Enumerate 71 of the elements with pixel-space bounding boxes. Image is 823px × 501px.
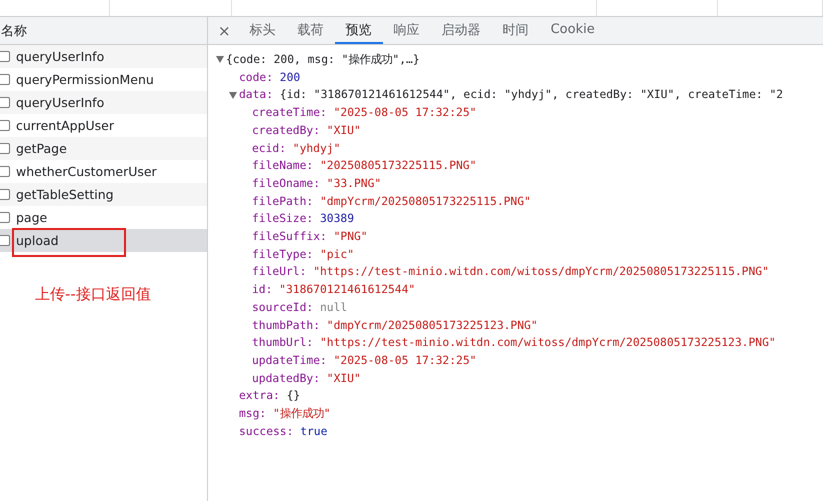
object-summary: {code: 200, msg: "操作成功",…} (226, 52, 420, 68)
property-key: success: (239, 422, 294, 440)
tab[interactable]: Cookie (540, 17, 606, 44)
checkbox[interactable] (0, 235, 10, 246)
property-value: "https://test-minio.witdn.com/witoss/dmpYcrm/20250805173225123.PNG" (320, 335, 776, 352)
checkbox[interactable] (0, 51, 10, 62)
property-value: "yhdyj" (292, 140, 340, 157)
request-name[interactable]: currentAppUser (16, 118, 114, 133)
property-value: "操作成功" (272, 406, 331, 422)
tab[interactable]: 时间 (492, 17, 540, 44)
property-key: fileUrl: (252, 263, 306, 282)
property-key: thumbPath: (252, 316, 320, 334)
property-key: updatedBy: (252, 370, 320, 388)
property-key: data: (239, 86, 274, 104)
property-key: ecid: (252, 140, 286, 158)
property-key: thumbUrl: (252, 334, 314, 352)
close-button[interactable]: × (216, 17, 239, 44)
property-key: extra: (239, 387, 280, 406)
property-value: 200 (280, 70, 300, 86)
property-key: code: (239, 68, 274, 86)
tab[interactable]: 标头 (238, 17, 287, 44)
property-value: "PNG" (334, 229, 368, 246)
expanded-triangle-icon[interactable] (229, 92, 237, 99)
checkbox[interactable] (0, 120, 10, 131)
property-key: fileSize: (252, 210, 314, 228)
property-key: fileSuffix: (252, 228, 327, 246)
annotation-label: 上传--接口返回值 (35, 285, 152, 304)
property-value: 30389 (320, 211, 354, 228)
property-value: "pic" (320, 246, 354, 263)
tab[interactable]: 预览 (334, 17, 383, 44)
request-name[interactable]: getPage (16, 141, 67, 156)
property-key: createdBy: (252, 122, 320, 140)
request-name[interactable]: page (16, 210, 48, 225)
property-value: "XIU" (326, 122, 361, 139)
object-summary: {id: "318670121461612544", ecid: "yhdyj", createdBy: "XIU", createTime: "2 (280, 87, 784, 104)
property-value: "dmpYcrm/20250805173225123.PNG" (326, 318, 538, 334)
checkbox[interactable] (0, 97, 10, 108)
property-key: fileOname: (252, 174, 320, 193)
property-value: "2025-08-05 17:32:25" (334, 105, 476, 122)
property-value: "XIU" (326, 370, 361, 387)
property-key: filePath: (252, 192, 314, 210)
tab[interactable]: 载荷 (286, 17, 335, 44)
tab[interactable]: 响应 (382, 17, 431, 44)
request-row-highlight[interactable]: upload (0, 229, 207, 252)
property-key: msg: (239, 405, 266, 423)
tab[interactable]: 启动器 (430, 17, 492, 44)
checkbox[interactable] (0, 166, 10, 177)
property-key: sourceId: (252, 298, 314, 317)
column-header[interactable]: 名称 (1, 22, 27, 40)
property-value: "20250805173225115.PNG" (320, 158, 476, 174)
property-value: true (300, 424, 328, 440)
property-value: "33.PNG" (326, 176, 382, 192)
checkbox[interactable] (0, 74, 10, 85)
property-key: createTime: (252, 104, 327, 122)
property-value: {} (286, 388, 300, 404)
property-value: "318670121461612544" (279, 282, 416, 298)
property-value: "2025-08-05 17:32:25" (334, 352, 476, 369)
checkbox[interactable] (0, 189, 10, 200)
checkbox[interactable] (0, 212, 10, 223)
property-key: id: (252, 281, 272, 299)
expanded-triangle-icon[interactable] (216, 56, 224, 64)
checkbox[interactable] (0, 143, 10, 154)
request-name[interactable]: upload (16, 233, 59, 248)
property-key: fileName: (252, 157, 314, 175)
property-value: null (320, 300, 348, 316)
property-value: "dmpYcrm/20250805173225115.PNG" (320, 194, 531, 210)
request-name[interactable]: queryPermissionMenu (16, 72, 154, 87)
property-key: fileType: (252, 246, 314, 264)
property-value: "https://test-minio.witdn.com/witoss/dmpYcrm/20250805173225115.PNG" (313, 264, 769, 280)
property-key: updateTime: (252, 352, 327, 370)
request-name[interactable]: whetherCustomerUser (16, 164, 157, 179)
